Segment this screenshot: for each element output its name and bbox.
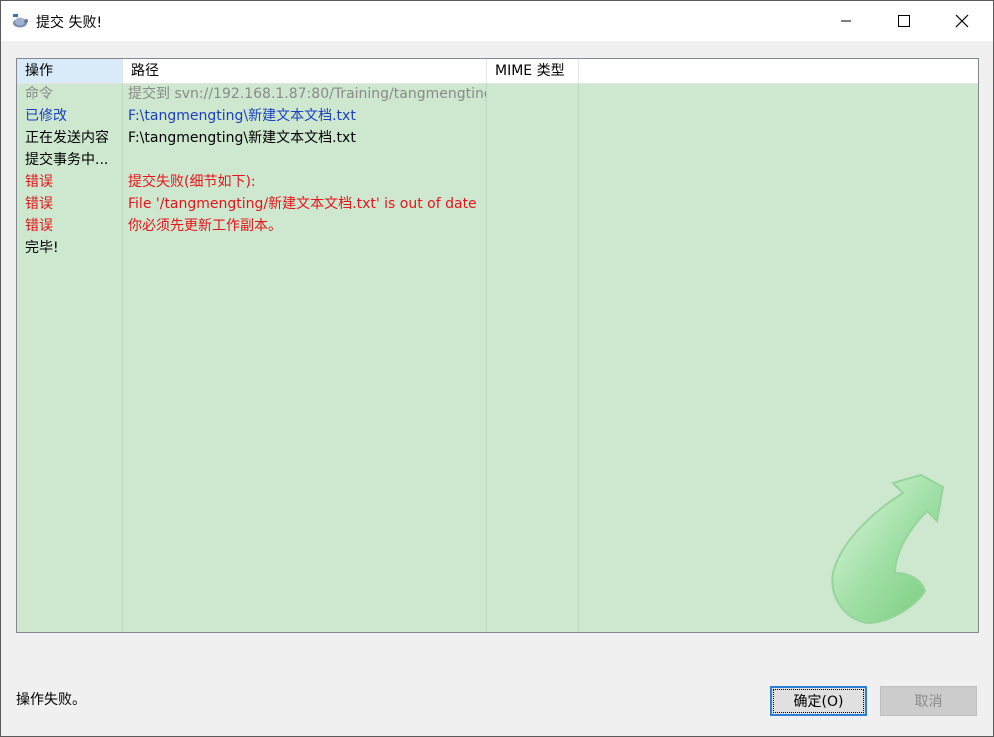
column-header-action[interactable]: 操作 <box>17 59 122 83</box>
log-row[interactable]: 提交事务中... <box>17 149 978 171</box>
tortoise-icon <box>11 12 29 30</box>
log-path: F:\tangmengting\新建文本文档.txt <box>128 130 356 146</box>
list-header: 操作 路径 MIME 类型 <box>17 59 978 84</box>
log-path <box>122 237 486 259</box>
commit-failed-dialog: 提交 失败! 操作 路径 MIME 类型 命令 提交到 svn://192.16… <box>0 0 994 737</box>
maximize-button[interactable] <box>875 1 933 41</box>
log-path: 你必须先更新工作副本。 <box>128 218 282 234</box>
column-header-path[interactable]: 路径 <box>123 59 486 83</box>
log-action: 错误 <box>25 174 53 190</box>
commit-arrow-icon <box>825 469 945 629</box>
log-path <box>122 149 486 171</box>
title-bar[interactable]: 提交 失败! <box>1 1 993 41</box>
log-path: 提交到 svn://192.168.1.87:80/Training/tangm… <box>128 86 486 102</box>
log-row[interactable]: 完毕! <box>17 237 978 259</box>
window-title: 提交 失败! <box>36 15 103 31</box>
log-action: 完毕! <box>25 240 59 256</box>
log-row[interactable]: 错误 你必须先更新工作副本。 <box>17 215 978 237</box>
header-divider[interactable] <box>578 59 579 83</box>
log-action: 命令 <box>25 86 53 102</box>
log-path: File '/tangmengting/新建文本文档.txt' is out o… <box>128 196 477 212</box>
log-row[interactable]: 正在发送内容 F:\tangmengting\新建文本文档.txt <box>17 127 978 149</box>
ok-button[interactable]: 确定(O) <box>770 686 867 716</box>
log-path: F:\tangmengting\新建文本文档.txt <box>128 108 356 124</box>
log-action: 错误 <box>25 218 53 234</box>
log-action: 正在发送内容 <box>25 130 109 146</box>
cancel-button[interactable]: 取消 <box>880 686 977 716</box>
close-icon <box>955 14 969 28</box>
log-row[interactable]: 错误 File '/tangmengting/新建文本文档.txt' is ou… <box>17 193 978 215</box>
commit-log-list[interactable]: 操作 路径 MIME 类型 命令 提交到 svn://192.168.1.87:… <box>16 58 979 633</box>
log-row[interactable]: 错误 提交失败(细节如下): <box>17 171 978 193</box>
log-action: 错误 <box>25 196 53 212</box>
close-button[interactable] <box>933 1 991 41</box>
log-row[interactable]: 命令 提交到 svn://192.168.1.87:80/Training/ta… <box>17 83 978 105</box>
status-text: 操作失败。 <box>16 692 86 708</box>
log-action: 已修改 <box>25 108 67 124</box>
log-path: 提交失败(细节如下): <box>128 174 256 190</box>
maximize-icon <box>898 15 910 27</box>
log-row[interactable]: 已修改 F:\tangmengting\新建文本文档.txt <box>17 105 978 127</box>
ok-button-label: 确定(O) <box>772 689 865 713</box>
column-header-mime-type[interactable]: MIME 类型 <box>487 59 578 83</box>
log-action: 提交事务中... <box>25 152 109 168</box>
minimize-button[interactable] <box>817 1 875 41</box>
minimize-icon <box>841 20 851 22</box>
